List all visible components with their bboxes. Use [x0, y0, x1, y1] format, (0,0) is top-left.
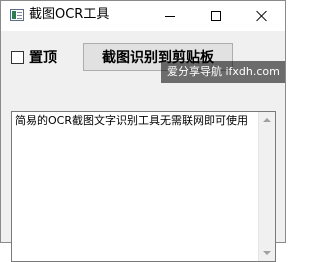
client-area: 置顶 截图识别到剪贴板 爱分享导航 ifxdh.com 简易的OCR截图文字识别… [1, 31, 285, 262]
minimize-icon [165, 15, 175, 17]
pin-on-top-checkbox[interactable] [11, 50, 24, 64]
scroll-up-button[interactable] [259, 112, 275, 128]
pin-on-top-option[interactable]: 置顶 [11, 47, 57, 67]
app-window: 截图OCR工具 置顶 截图识别到剪贴板 爱分享导航 ifxdh.com 简易的O… [0, 0, 286, 262]
maximize-icon [211, 11, 221, 21]
maximize-button[interactable] [193, 1, 239, 31]
window-title: 截图OCR工具 [29, 7, 110, 22]
ocr-output-textarea[interactable]: 简易的OCR截图文字识别工具无需联网即可使用 [11, 111, 276, 262]
watermark-overlay: 爱分享导航 ifxdh.com [161, 61, 285, 83]
ocr-output-text[interactable]: 简易的OCR截图文字识别工具无需联网即可使用 [15, 114, 259, 128]
close-button[interactable] [239, 1, 285, 31]
minimize-button[interactable] [147, 1, 193, 31]
chevron-down-icon [263, 251, 271, 255]
vertical-scrollbar[interactable] [258, 112, 275, 261]
app-window-icon [10, 9, 24, 21]
scroll-down-button[interactable] [259, 245, 275, 261]
close-icon [256, 10, 268, 22]
title-bar[interactable]: 截图OCR工具 [1, 1, 285, 31]
pin-on-top-label[interactable]: 置顶 [29, 47, 57, 67]
chevron-up-icon [263, 118, 271, 122]
